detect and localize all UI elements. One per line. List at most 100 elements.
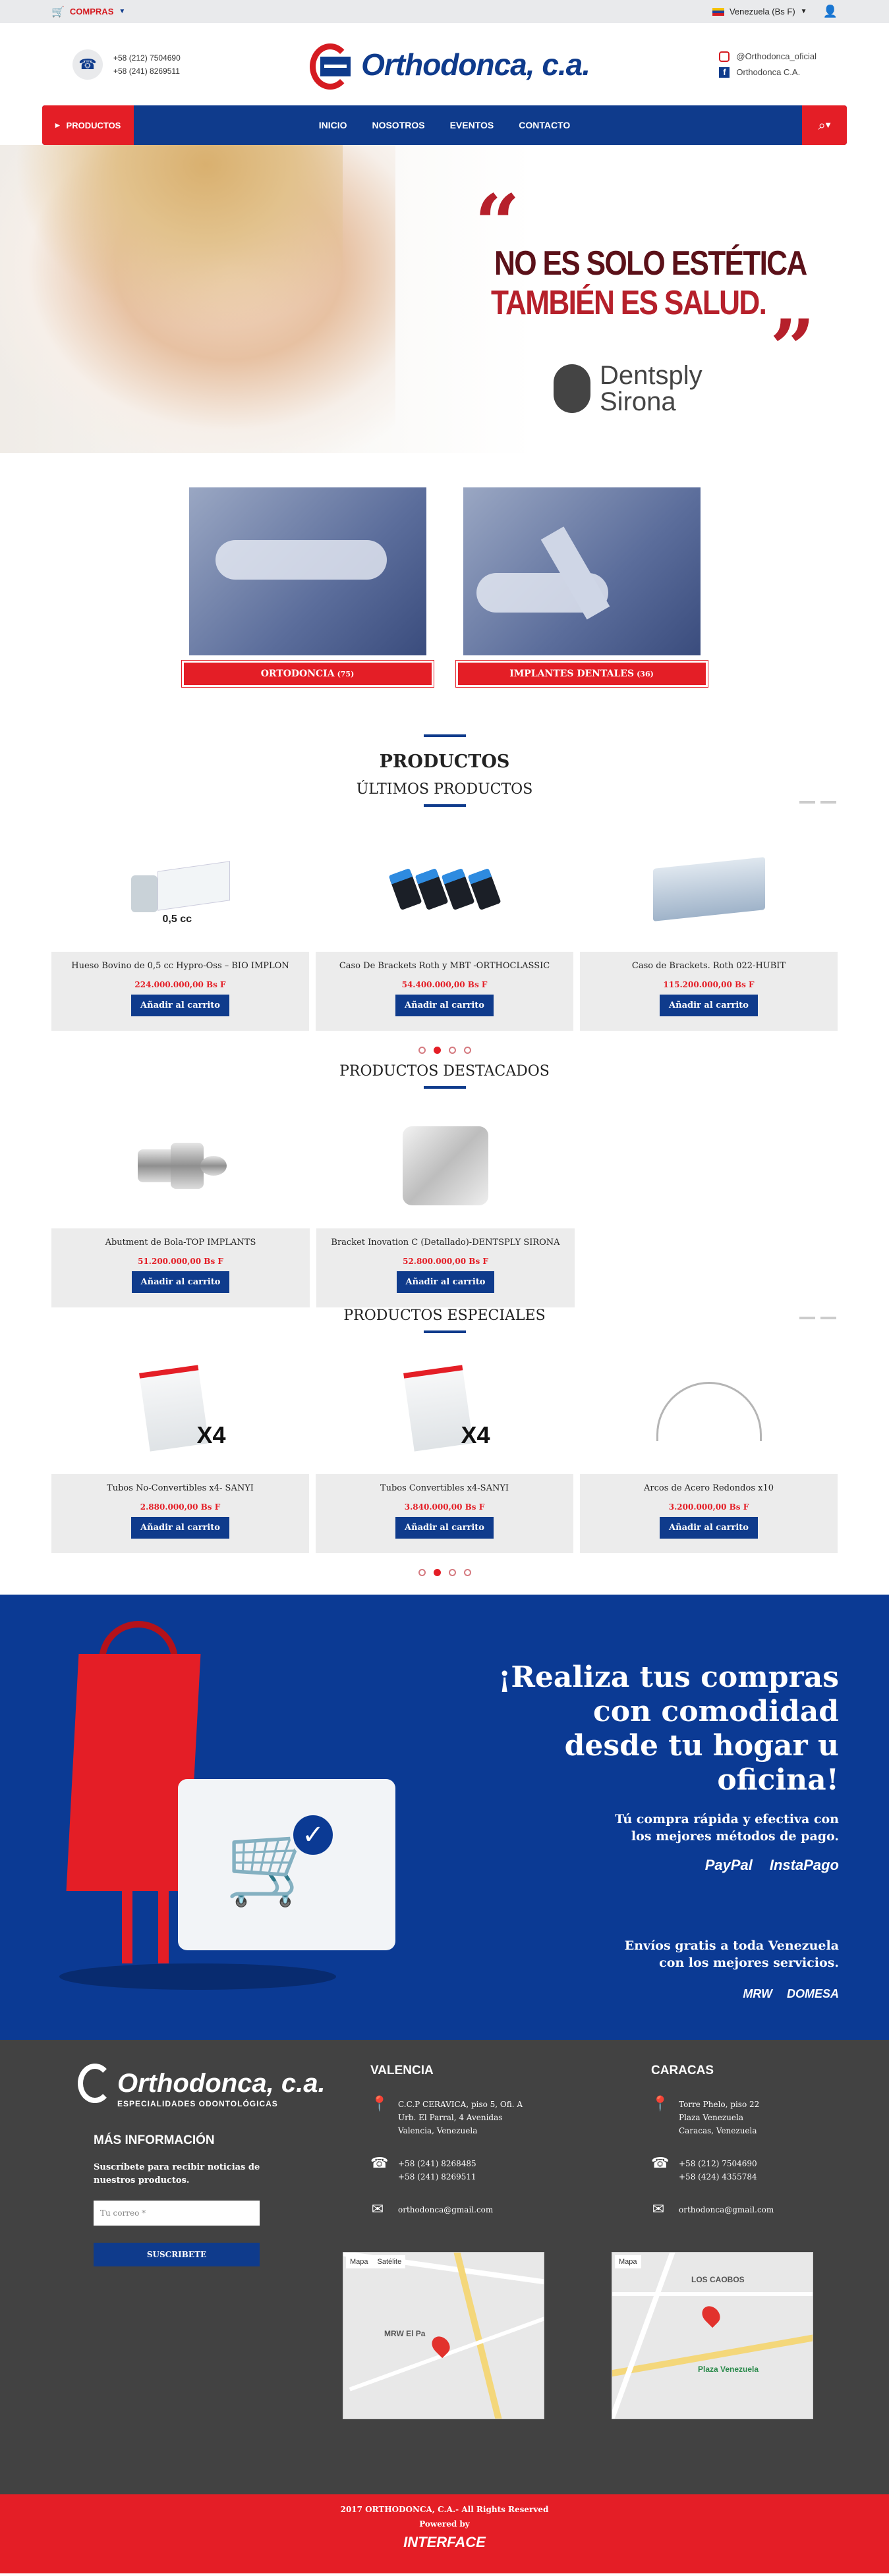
category-ortodoncia[interactable]: ORTODONCIA (75) [181, 487, 434, 687]
hero-line-2: TAMBIÉN ES SALUD. [491, 284, 767, 322]
product-price: 51.200.000,00 Bs F [138, 1257, 223, 1266]
nav-inicio[interactable]: INICIO [319, 120, 347, 130]
footer-valencia-column: VALENCIA 📍 C.C.P CERAVICA, piso 5, Ofi. … [370, 2064, 523, 2217]
carousel-dots[interactable] [0, 1569, 889, 1576]
add-to-cart-button[interactable]: Añadir al carrito [396, 1271, 495, 1293]
footer-logo[interactable]: Orthodonca, c.a. [78, 2064, 326, 2103]
product-price: 224.000.000,00 Bs F [134, 980, 226, 989]
copyright-text: 2017 ORTHODONCA, C.A.- All Rights Reserv… [340, 2505, 549, 2514]
map-type-tabs[interactable]: Mapa Satélite [346, 2255, 406, 2268]
product-price: 54.400.000,00 Bs F [401, 980, 488, 989]
domesa-logo: DOMESA [786, 1987, 839, 2000]
nav-contacto[interactable]: CONTACTO [519, 120, 570, 130]
phone-number[interactable]: +58 (424) 4355784 [679, 2170, 757, 2183]
venezuela-flag-icon [712, 7, 724, 16]
carousel-dots[interactable] [0, 1047, 889, 1054]
footer-logo-text: Orthodonca, c.a. [117, 2068, 326, 2098]
email-link[interactable]: orthodonca@gmail.com [679, 2203, 774, 2216]
add-to-cart-button[interactable]: Añadir al carrito [395, 995, 494, 1016]
instapago-logo: InstaPago [769, 1857, 839, 1873]
hero-banner[interactable]: “ NO ES SOLO ESTÉTICA TAMBIÉN ES SALUD. … [0, 145, 889, 453]
dentsply-sirona-mark [554, 364, 590, 413]
add-to-cart-button[interactable]: Añadir al carrito [660, 995, 758, 1016]
instagram-link[interactable]: @Orthodonca_oficial [719, 49, 817, 65]
map-place-label: MRW El Pa [384, 2329, 426, 2338]
bag-leg [158, 1884, 169, 1963]
map-marker-icon[interactable] [698, 2302, 724, 2328]
cart-menu[interactable]: 🛒 COMPRAS ▼ [51, 5, 125, 18]
carousel-arrows[interactable] [799, 1317, 836, 1319]
search-button[interactable]: ⌕ ▼ [802, 105, 847, 145]
facebook-icon: f [719, 67, 730, 78]
subscribe-button[interactable]: SUSCRIBETE [94, 2243, 260, 2266]
product-price: 52.800.000,00 Bs F [403, 1257, 488, 1266]
valencia-map[interactable]: Mapa Satélite MRW El Pa [343, 2252, 544, 2419]
facebook-name: Orthodonca C.A. [736, 67, 801, 77]
hero-model-hair [0, 145, 343, 343]
cart-label: COMPRAS [69, 7, 114, 16]
phone-icon: ☎ [651, 2155, 670, 2172]
header: ☎ +58 (212) 7504690 +58 (241) 8269511 Or… [0, 23, 889, 105]
product-card[interactable]: X4 Tubos Convertibles x4-SANYI 3.840.000,… [316, 1349, 573, 1553]
category-implantes[interactable]: IMPLANTES DENTALES (36) [455, 487, 708, 687]
add-to-cart-button[interactable]: Añadir al carrito [395, 1517, 494, 1539]
add-to-cart-button[interactable]: Añadir al carrito [131, 995, 229, 1016]
user-icon[interactable]: 👤 [823, 5, 838, 18]
product-card[interactable]: Bracket Inovation C (Detallado)-DENTSPLY… [316, 1103, 575, 1307]
product-image: X4 [316, 1349, 573, 1474]
product-card[interactable]: X4 Tubos No-Convertibles x4- SANYI 2.880.… [51, 1349, 309, 1553]
phone-icon: ☎ [370, 2155, 389, 2172]
featured-products-section: PRODUCTOS DESTACADOS Abutment de Bola-TO… [0, 1063, 889, 1307]
mrw-logo: MRW [743, 1987, 772, 2000]
divider [423, 1330, 466, 1333]
country-selector[interactable]: Venezuela (Bs F) ▼ [712, 7, 807, 16]
product-card[interactable]: Caso De Brackets Roth y MBT -ORTHOCLASSI… [316, 827, 573, 1031]
instagram-handle: @Orthodonca_oficial [736, 51, 817, 61]
chevron-down-icon: ▼ [825, 121, 831, 129]
product-card[interactable]: Caso de Brackets. Roth 022-HUBIT 115.200.… [580, 827, 838, 1031]
address-line: Torre Phelo, piso 22 [679, 2100, 760, 2109]
add-to-cart-button[interactable]: Añadir al carrito [131, 1517, 229, 1539]
bag-shadow [59, 1963, 336, 1990]
site-logo[interactable]: Orthodonca, c.a. [310, 38, 590, 91]
divider [423, 1086, 466, 1089]
add-to-cart-button[interactable]: Añadir al carrito [660, 1517, 758, 1539]
product-title: Caso De Brackets Roth y MBT -ORTHOCLASSI… [339, 961, 550, 971]
dentsply-sirona-logo: Dentsply Sirona [554, 362, 703, 415]
product-image: X4 [51, 1349, 309, 1474]
footer-brand-column: Orthodonca, c.a. ESPECIALIDADES ODONTOLÓ… [78, 2064, 326, 2266]
facebook-link[interactable]: f Orthodonca C.A. [719, 65, 817, 80]
nav-nosotros[interactable]: NOSOTROS [372, 120, 424, 130]
products-menu-button[interactable]: ▸ PRODUCTOS [42, 105, 134, 145]
email-link[interactable]: orthodonca@gmail.com [398, 2203, 493, 2216]
product-title: Hueso Bovino de 0,5 cc Hypro-Oss – BIO I… [71, 961, 289, 971]
phone-number[interactable]: +58 (241) 8268485 [398, 2157, 476, 2170]
country-label: Venezuela (Bs F) [729, 7, 795, 16]
product-image [316, 1103, 575, 1228]
map-type-tabs[interactable]: Mapa [615, 2255, 641, 2268]
search-icon: ⌕ [818, 117, 826, 133]
add-to-cart-button[interactable]: Añadir al carrito [131, 1271, 230, 1293]
product-image [316, 827, 573, 952]
map-place-label: Plaza Venezuela [698, 2365, 759, 2374]
cart-icon: 🛒 [51, 6, 65, 18]
address-line: Plaza Venezuela [679, 2113, 743, 2122]
agency-logo[interactable]: INTERFACE [0, 2534, 889, 2551]
phone-1: +58 (212) 7504690 [113, 53, 181, 63]
nav-eventos[interactable]: EVENTOS [450, 120, 494, 130]
chevron-down-icon: ▼ [119, 8, 126, 15]
phone-number[interactable]: +58 (212) 7504690 [679, 2157, 757, 2170]
product-card[interactable]: Abutment de Bola-TOP IMPLANTS 51.200.000,… [51, 1103, 310, 1307]
instagram-icon [719, 51, 730, 62]
email-field[interactable]: Tu correo * [94, 2201, 260, 2226]
divider [423, 734, 466, 737]
product-card[interactable]: Arcos de Acero Redondos x10 3.200.000,00 … [580, 1349, 838, 1553]
phone-number[interactable]: +58 (241) 8269511 [398, 2170, 476, 2183]
header-phones: ☎ +58 (212) 7504690 +58 (241) 8269511 [72, 49, 181, 80]
paypal-logo: PayPal [704, 1857, 753, 1873]
product-title: Arcos de Acero Redondos x10 [643, 1483, 774, 1493]
page: 🛒 COMPRAS ▼ Venezuela (Bs F) ▼ 👤 ☎ +58 (… [0, 0, 889, 2573]
product-card[interactable]: 0,5 cc Hueso Bovino de 0,5 cc Hypro-Oss … [51, 827, 309, 1031]
caracas-map[interactable]: Mapa LOS CAOBOS Plaza Venezuela [612, 2252, 813, 2419]
carousel-arrows[interactable] [799, 801, 836, 804]
